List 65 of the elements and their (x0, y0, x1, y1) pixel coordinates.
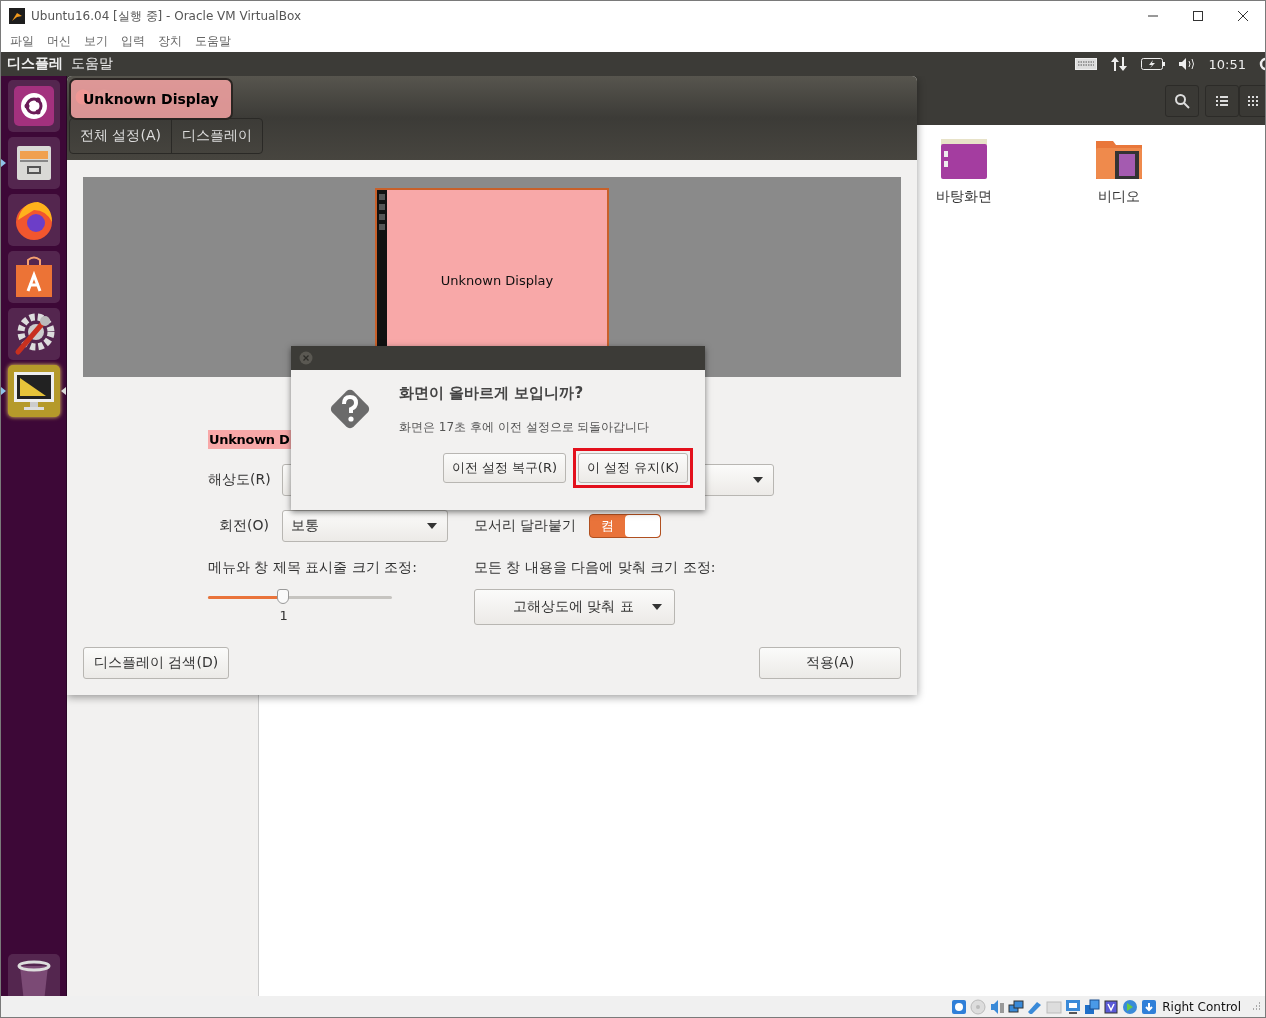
field-label: 회전(O) (218, 517, 269, 535)
windows-icon[interactable] (1084, 998, 1101, 1015)
slider-thumb[interactable] (277, 589, 290, 604)
caret-icon (652, 604, 662, 610)
grid-icon (1246, 94, 1259, 107)
window-title: Ubuntu16.04 [실행 중] - Oracle VM VirtualBox (31, 7, 301, 25)
launcher-item[interactable] (7, 365, 60, 417)
chip-icon[interactable] (1103, 998, 1120, 1015)
download-icon[interactable] (1141, 998, 1158, 1015)
list-view-button[interactable] (1205, 84, 1239, 117)
circle-logo-icon (13, 86, 54, 126)
folder-icon[interactable] (940, 139, 988, 179)
shopping-bag-icon (13, 255, 54, 299)
dialog-title: 화면이 올바르게 보입니까? (399, 384, 585, 403)
menu-item[interactable]: 파일 (5, 33, 42, 50)
search-button[interactable] (1165, 84, 1199, 117)
launcher-item[interactable] (7, 80, 60, 132)
caret-icon (427, 523, 437, 529)
launcher-item[interactable] (7, 137, 60, 189)
menu-item[interactable]: 머신 (42, 33, 79, 50)
list-icon (1215, 94, 1229, 107)
network-icon[interactable] (1008, 998, 1025, 1015)
tooltip: Unknown Display (69, 78, 233, 120)
app-icon (9, 8, 25, 24)
launcher-item[interactable] (7, 308, 60, 360)
file-label[interactable]: 비디오 (1098, 188, 1140, 206)
nav-button[interactable]: 디스플레이 (171, 119, 262, 153)
slider-value: 1 (279, 608, 289, 623)
monitor-icon[interactable] (1065, 998, 1082, 1015)
search-icon (1174, 92, 1190, 109)
battery-icon[interactable] (1140, 58, 1165, 70)
grid-view-button[interactable] (1239, 84, 1265, 117)
detect-displays-button[interactable]: 디스플레이 검색(D) (83, 647, 230, 679)
file-label[interactable]: 바탕화면 (936, 188, 992, 206)
menu-item[interactable]: 입력 (116, 33, 153, 50)
menu-item[interactable]: 도움말 (71, 55, 113, 73)
display-name: Unknown D (208, 430, 291, 449)
dialog-button[interactable]: 이전 설정 복구(R) (442, 453, 567, 483)
field-label: 해상도(R) (208, 471, 269, 489)
resize-grip-icon[interactable] (1252, 1002, 1261, 1011)
menu-item[interactable]: 보기 (79, 33, 116, 50)
maximize-icon (1191, 10, 1204, 22)
dialog-message: 화면은 17초 후에 이전 설정으로 되돌아갑니다 (399, 419, 650, 436)
menu-item[interactable]: 도움말 (190, 33, 239, 50)
launcher-item[interactable] (7, 194, 60, 246)
monitor-ruler-icon (11, 369, 56, 413)
monitor-label: Unknown Display (439, 272, 554, 288)
volume-icon[interactable] (1177, 57, 1196, 71)
rotation-dropdown[interactable]: 보통 (282, 510, 448, 542)
clock[interactable]: 10:51 (1208, 56, 1246, 72)
apply-button[interactable]: 적용(A) (759, 647, 901, 679)
caret-icon (753, 477, 763, 483)
launcher-item[interactable] (7, 251, 60, 303)
fit-dropdown[interactable]: 고해상도에 맞춰 표 (474, 589, 675, 625)
close-icon (1236, 10, 1249, 22)
field-label: 메뉴와 창 제목 표시줄 크기 조정: (208, 559, 418, 577)
up-down-arrows-icon[interactable] (1109, 56, 1128, 72)
film-folder-icon[interactable] (1095, 139, 1143, 179)
app-name: 디스플레 (7, 55, 63, 73)
menu-item[interactable]: 장치 (153, 33, 190, 50)
field-label: 모든 창 내용을 다음에 맞춰 크기 조정: (474, 559, 716, 577)
dialog-button[interactable]: 이 설정 유지(K) (578, 453, 688, 483)
host-key-label: Right Control (1162, 999, 1241, 1014)
keyboard-icon[interactable] (1074, 58, 1097, 70)
field-label: 모서리 달라붙기 (474, 517, 577, 535)
